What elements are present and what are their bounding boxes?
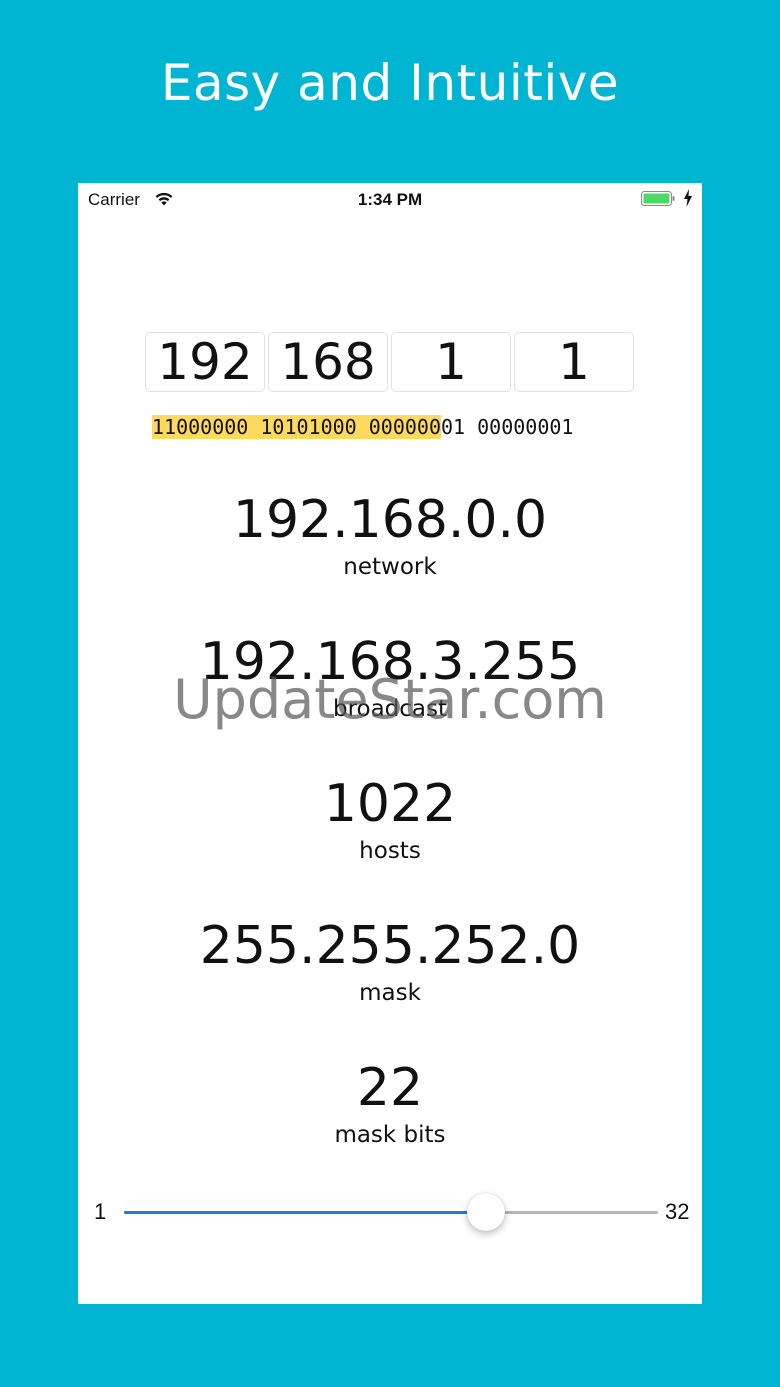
binary-address: 11000000 10101000 00000001 00000001 (152, 412, 652, 442)
octet-1-field[interactable]: 192 (145, 332, 265, 392)
hosts-stat: 1022 hosts (78, 774, 702, 866)
broadcast-label: broadcast (332, 696, 448, 722)
battery-icon (641, 191, 675, 206)
binary-host-bits: 01 00000001 (440, 415, 574, 439)
octet-2-field[interactable]: 168 (268, 332, 388, 392)
phone-screen: Carrier 1:34 PM 192 168 1 1 11000000 101… (78, 183, 702, 1304)
broadcast-value: 192.168.3.255 (199, 632, 581, 692)
hosts-value: 1022 (323, 774, 457, 834)
status-bar: Carrier 1:34 PM (78, 183, 702, 215)
broadcast-stat: 192.168.3.255 broadcast (78, 632, 702, 724)
slider-min-label: 1 (94, 1199, 107, 1224)
mask-bits-value: 22 (356, 1058, 424, 1118)
charging-bolt-icon (684, 189, 692, 207)
slider-thumb[interactable] (466, 1193, 505, 1231)
mask-bits-stat: 22 mask bits (78, 1058, 702, 1150)
hosts-label: hosts (359, 838, 421, 864)
headline: Easy and Intuitive (160, 54, 620, 112)
network-stat: 192.168.0.0 network (78, 490, 702, 582)
slider-max-label: 32 (665, 1199, 690, 1224)
ip-address-input: 192 168 1 1 (145, 332, 635, 392)
mask-bits-label: mask bits (334, 1122, 446, 1148)
octet-3-field[interactable]: 1 (391, 332, 511, 392)
network-value: 192.168.0.0 (232, 490, 548, 550)
status-time: 1:34 PM (357, 190, 423, 209)
network-label: network (343, 554, 437, 580)
octet-4-field[interactable]: 1 (514, 332, 634, 392)
slider-track-fill (124, 1211, 486, 1214)
binary-network-bits: 11000000 10101000 000000 (152, 415, 441, 439)
mask-bits-slider[interactable] (124, 1193, 658, 1233)
mask-value: 255.255.252.0 (199, 916, 581, 976)
mask-label: mask (359, 980, 421, 1006)
mask-stat: 255.255.252.0 mask (78, 916, 702, 1008)
